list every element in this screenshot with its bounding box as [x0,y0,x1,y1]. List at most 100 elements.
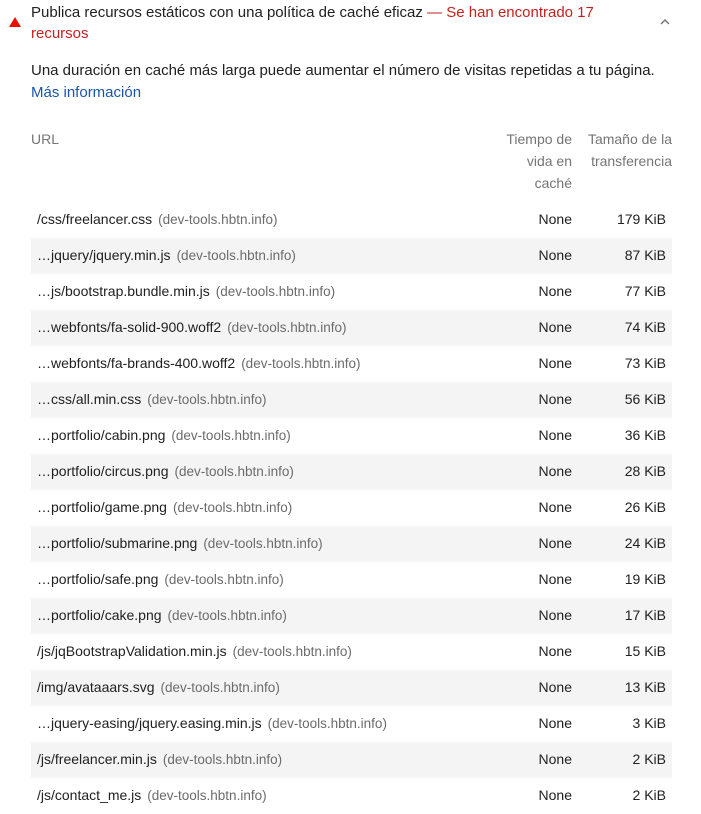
table-row: …portfolio/game.png (dev-tools.hbtn.info)… [31,490,672,526]
learn-more-link[interactable]: Más información [31,84,141,101]
cache-ttl-cell: None [538,643,572,659]
transfer-size-cell: 13 KiB [624,679,666,695]
transfer-size-cell: 74 KiB [624,319,666,335]
resource-path[interactable]: …portfolio/game.png [37,499,167,515]
resource-host: (dev-tools.hbtn.info) [174,464,294,479]
table-header: URL Tiempo de vida en caché Tamaño de la… [31,128,672,200]
resource-path[interactable]: /css/freelancer.css [37,211,152,227]
transfer-size-cell: 179 KiB [616,211,666,227]
table-row: …css/all.min.css (dev-tools.hbtn.info) Non… [31,382,672,418]
transfer-size-cell: 2 KiB [632,751,666,767]
resource-host: (dev-tools.hbtn.info) [215,284,336,299]
resource-path[interactable]: /js/jqBootstrapValidation.min.js [37,643,227,659]
table-row: …jquery-easing/jquery.easing.min.js (dev-… [31,706,672,742]
table-row: …webfonts/fa-solid-900.woff2 (dev-tools.h… [31,310,672,346]
cache-ttl-cell: None [538,247,572,263]
table-row: /img/avataaars.svg (dev-tools.hbtn.info) N… [31,670,672,706]
url-cell: …js/bootstrap.bundle.min.js (dev-tools.hb… [37,283,335,299]
resource-path[interactable]: …portfolio/submarine.png [37,535,197,551]
transfer-size-cell: 15 KiB [624,643,666,659]
cache-ttl-cell: None [538,319,572,335]
cache-ttl-cell: None [538,355,572,371]
url-cell: …webfonts/fa-brands-400.woff2 (dev-tools.… [37,355,361,371]
url-cell: /js/contact_me.js (dev-tools.hbtn.info) [37,787,267,803]
resource-host: (dev-tools.hbtn.info) [267,716,387,731]
resource-path[interactable]: /js/contact_me.js [37,787,141,803]
resource-host: (dev-tools.hbtn.info) [171,428,291,443]
resource-path[interactable]: …js/bootstrap.bundle.min.js [37,283,210,299]
transfer-size-cell: 77 KiB [624,283,666,299]
resources-table: URL Tiempo de vida en caché Tamaño de la… [31,128,672,803]
resource-path[interactable]: …jquery/jquery.min.js [37,247,171,263]
resource-path[interactable]: …webfonts/fa-solid-900.woff2 [37,319,221,335]
transfer-size-cell: 73 KiB [624,355,666,371]
url-cell: …css/all.min.css (dev-tools.hbtn.info) [37,391,267,407]
description-text: Una duración en caché más larga puede au… [31,62,655,79]
resource-host: (dev-tools.hbtn.info) [147,788,267,803]
resource-path[interactable]: …webfonts/fa-brands-400.woff2 [37,355,235,371]
resource-path[interactable]: …jquery-easing/jquery.easing.min.js [37,715,262,731]
url-cell: /js/jqBootstrapValidation.min.js (dev-too… [37,643,352,659]
resource-host: (dev-tools.hbtn.info) [162,752,283,767]
resource-path[interactable]: …portfolio/cake.png [37,607,162,623]
url-cell: …jquery-easing/jquery.easing.min.js (dev-… [37,715,387,731]
transfer-size-cell: 26 KiB [624,499,666,515]
url-cell: …jquery/jquery.min.js (dev-tools.hbtn.inf… [37,247,296,263]
resource-host: (dev-tools.hbtn.info) [160,680,280,695]
resource-path[interactable]: …portfolio/cabin.png [37,427,165,443]
transfer-size-cell: 24 KiB [624,535,666,551]
url-cell: /css/freelancer.css (dev-tools.hbtn.info) [37,211,277,227]
resource-host: (dev-tools.hbtn.info) [241,356,361,371]
table-row: /js/freelancer.min.js (dev-tools.hbtn.inf… [31,742,672,778]
cache-ttl-cell: None [538,211,572,227]
resource-host: (dev-tools.hbtn.info) [232,644,352,659]
cache-ttl-cell: None [538,715,572,731]
column-header-cache-ttl: Tiempo de vida en caché [506,131,572,191]
cache-ttl-cell: None [538,535,572,551]
cache-ttl-cell: None [538,463,572,479]
table-row: …webfonts/fa-brands-400.woff2 (dev-tools.… [31,346,672,382]
table-row: …portfolio/cake.png (dev-tools.hbtn.info)… [31,598,672,634]
cache-ttl-cell: None [538,607,572,623]
cache-ttl-cell: None [538,283,572,299]
cache-ttl-cell: None [538,751,572,767]
cache-ttl-cell: None [538,679,572,695]
table-row: …portfolio/submarine.png (dev-tools.hbtn.… [31,526,672,562]
resource-path[interactable]: …css/all.min.css [37,391,141,407]
cache-ttl-cell: None [538,427,572,443]
table-row: …jquery/jquery.min.js (dev-tools.hbtn.inf… [31,238,672,274]
url-cell: …portfolio/game.png (dev-tools.hbtn.info) [37,499,292,515]
resource-host: (dev-tools.hbtn.info) [164,572,284,587]
table-row: /js/jqBootstrapValidation.min.js (dev-too… [31,634,672,670]
url-cell: …portfolio/safe.png (dev-tools.hbtn.info) [37,571,284,587]
resource-path[interactable]: …portfolio/circus.png [37,463,169,479]
url-cell: …portfolio/submarine.png (dev-tools.hbtn.… [37,535,323,551]
url-cell: …portfolio/circus.png (dev-tools.hbtn.inf… [37,463,294,479]
transfer-size-cell: 19 KiB [624,571,666,587]
audit-header[interactable]: Publica recursos estáticos con una polít… [0,0,701,48]
resource-path[interactable]: …portfolio/safe.png [37,571,158,587]
transfer-size-cell: 56 KiB [624,391,666,407]
table-row: …portfolio/circus.png (dev-tools.hbtn.inf… [31,454,672,490]
cache-ttl-cell: None [538,571,572,587]
chevron-up-icon[interactable] [657,14,673,30]
column-header-transfer-size: Tamaño de la transferencia [587,131,672,169]
table-row: /js/contact_me.js (dev-tools.hbtn.info) No… [31,778,672,814]
table-row: …js/bootstrap.bundle.min.js (dev-tools.hb… [31,274,672,310]
url-cell: …portfolio/cake.png (dev-tools.hbtn.info) [37,607,287,623]
resource-host: (dev-tools.hbtn.info) [167,608,287,623]
warning-triangle-icon [9,17,21,27]
resource-host: (dev-tools.hbtn.info) [176,248,296,263]
audit-title-separator: — [427,4,447,21]
audit-description: Una duración en caché más larga puede au… [31,60,681,104]
resource-host: (dev-tools.hbtn.info) [203,536,323,551]
cache-ttl-cell: None [538,787,572,803]
table-row: …portfolio/safe.png (dev-tools.hbtn.info)… [31,562,672,598]
transfer-size-cell: 87 KiB [624,247,666,263]
transfer-size-cell: 36 KiB [624,427,666,443]
resource-path[interactable]: /js/freelancer.min.js [37,751,157,767]
url-cell: …webfonts/fa-solid-900.woff2 (dev-tools.h… [37,319,347,335]
url-cell: …portfolio/cabin.png (dev-tools.hbtn.info… [37,427,291,443]
transfer-size-cell: 3 KiB [632,715,666,731]
resource-path[interactable]: /img/avataaars.svg [37,679,155,695]
